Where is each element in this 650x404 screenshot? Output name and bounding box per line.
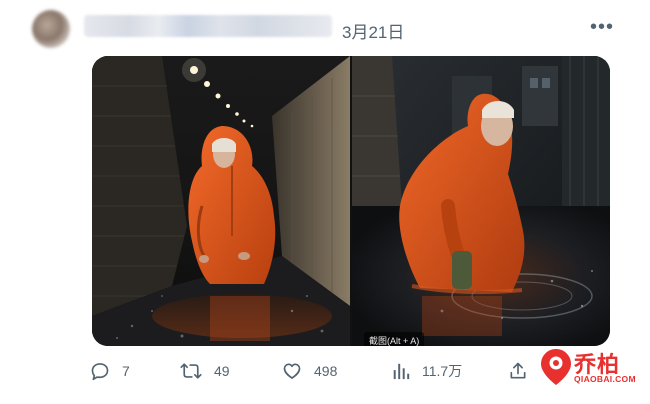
post-media[interactable]: 截图(Alt + A) [92, 56, 610, 346]
media-image-left[interactable] [92, 56, 350, 346]
views-icon [392, 361, 410, 381]
views-button[interactable]: 11.7万 [392, 360, 462, 382]
location-pin-icon [540, 348, 572, 391]
watermark-domain: QIAOBAI.COM [574, 374, 636, 384]
retweet-icon [180, 361, 202, 381]
reply-icon [90, 361, 110, 381]
like-count: 498 [314, 363, 338, 379]
avatar[interactable] [32, 10, 70, 48]
post-header: 3月21日 ••• [0, 0, 650, 50]
like-button[interactable]: 498 [282, 360, 337, 382]
heart-icon [282, 361, 302, 381]
ellipsis-icon[interactable]: ••• [590, 17, 614, 37]
watermark-logo: 乔柏 QIAOBAI.COM [538, 346, 640, 390]
reply-button[interactable]: 7 [90, 360, 130, 382]
views-count: 11.7万 [422, 363, 463, 379]
blurred-username[interactable] [84, 15, 332, 37]
reply-count: 7 [122, 363, 130, 379]
retweet-button[interactable]: 49 [180, 360, 230, 382]
retweet-count: 49 [214, 363, 230, 379]
image-alt-badge[interactable]: 截图(Alt + A) [364, 332, 425, 346]
post-date[interactable]: 3月21日 [342, 18, 404, 43]
share-button[interactable] [508, 360, 528, 382]
share-icon [508, 361, 528, 381]
media-image-right[interactable] [352, 56, 610, 346]
